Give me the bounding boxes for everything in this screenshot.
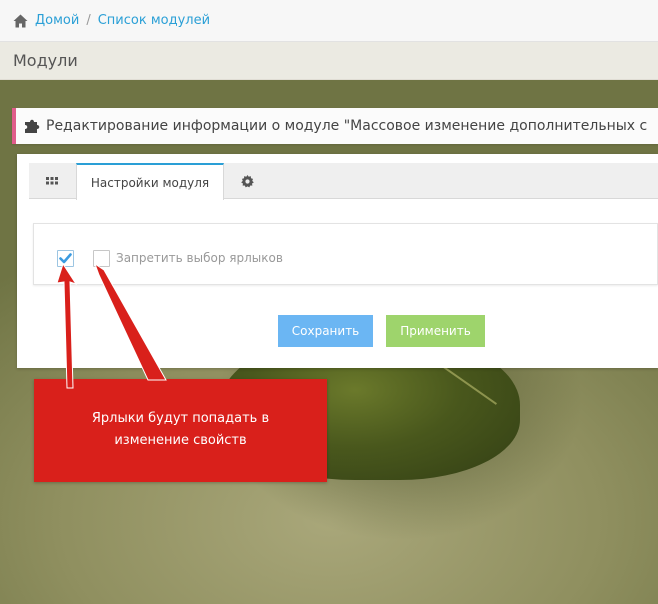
tab-module-settings[interactable]: Настройки модуля bbox=[76, 163, 224, 200]
callout-line-1: Ярлыки будут попадать в bbox=[91, 411, 270, 426]
gear-icon bbox=[240, 174, 254, 187]
save-button[interactable]: Сохранить bbox=[278, 315, 373, 347]
widget-title-text: Редактирование информации о модуле "Масс… bbox=[46, 118, 648, 134]
breadcrumb-separator: / bbox=[86, 13, 91, 28]
apply-button[interactable]: Применить bbox=[386, 315, 485, 347]
grid-icon bbox=[46, 177, 58, 185]
disable-labels-checkbox-label[interactable]: Запретить выбор ярлыков bbox=[116, 250, 283, 267]
breadcrumb: Домой / Список модулей bbox=[0, 0, 658, 42]
tab-grid[interactable] bbox=[29, 163, 75, 199]
annotation-callout: Ярлыки будут попадать в изменение свойст… bbox=[34, 379, 327, 482]
puzzle-icon bbox=[25, 119, 40, 133]
page-title: Модули bbox=[0, 42, 658, 80]
disable-labels-checkbox[interactable] bbox=[93, 250, 110, 267]
home-icon[interactable] bbox=[13, 14, 28, 28]
module-settings-panel: Настройки модуля Запретить выбор ярлыков… bbox=[17, 154, 658, 368]
breadcrumb-modules-link[interactable]: Список модулей bbox=[98, 13, 210, 28]
breadcrumb-home-link[interactable]: Домой bbox=[35, 13, 79, 28]
tab-module-settings-label: Настройки модуля bbox=[90, 175, 210, 190]
tab-content-settings: Запретить выбор ярлыков bbox=[33, 223, 658, 285]
widget-title-bar: Редактирование информации о модуле "Масс… bbox=[12, 108, 658, 144]
tab-gear[interactable] bbox=[225, 163, 269, 199]
annotation-checked-checkbox[interactable] bbox=[57, 250, 74, 267]
callout-line-2: изменение свойств bbox=[114, 433, 247, 448]
checkmark-icon bbox=[59, 253, 72, 264]
tab-bar: Настройки модуля bbox=[29, 163, 658, 200]
